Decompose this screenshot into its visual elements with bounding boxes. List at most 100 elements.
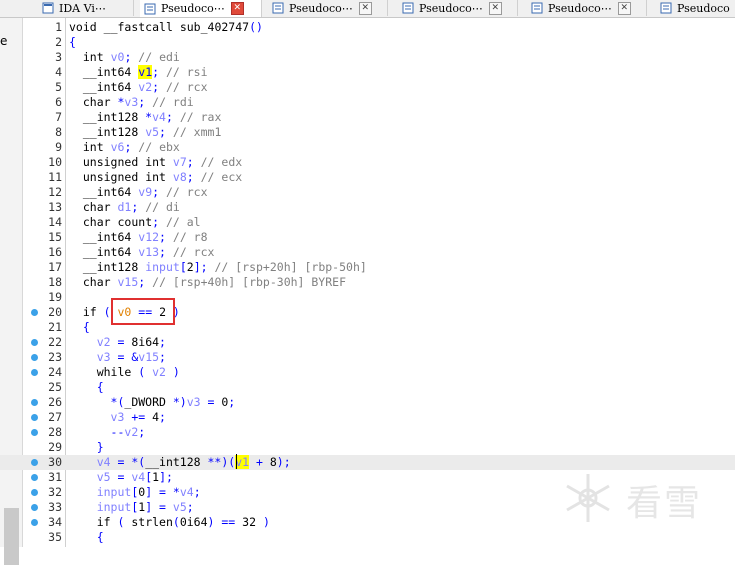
line-number: 14 — [48, 215, 62, 229]
line-number: 1 — [55, 20, 62, 34]
pseudocode-icon — [144, 3, 156, 14]
code-line[interactable]: 30 v4 = *(__int128 **)(v1 + 8); — [0, 455, 735, 470]
watermark: 看雪 — [560, 470, 720, 530]
tab-ida-view[interactable]: IDA Vi⋯ — [38, 0, 134, 16]
breakpoint-dot-icon[interactable] — [31, 369, 38, 376]
pseudocode-icon — [402, 2, 414, 14]
code-line[interactable]: 10 unsigned int v7; // edx — [0, 155, 735, 170]
code-text: __int128 v5; // xmm1 — [82, 125, 222, 139]
tab-label: IDA Vi⋯ — [59, 1, 106, 15]
line-number: 3 — [55, 50, 62, 64]
line-number: 31 — [48, 470, 62, 484]
line-number: 10 — [48, 155, 62, 169]
line-number: 24 — [48, 365, 62, 379]
line-number: 26 — [48, 395, 62, 409]
code-line[interactable]: 13 char d1; // di — [0, 200, 735, 215]
code-line[interactable]: 3 int v0; // edi — [0, 50, 735, 65]
code-line[interactable]: 22 v2 = 8i64; — [0, 335, 735, 350]
code-line[interactable]: 4 __int64 v1; // rsi — [0, 65, 735, 80]
code-line[interactable]: 11 unsigned int v8; // ecx — [0, 170, 735, 185]
ida-view-icon — [42, 2, 54, 14]
line-number: 15 — [48, 230, 62, 244]
code-line[interactable]: 29 } — [0, 440, 735, 455]
code-text: unsigned int v8; // ecx — [82, 170, 243, 184]
tab-pseudocode[interactable]: Pseudoco⋯ ✕ — [527, 0, 647, 16]
code-text: char d1; // di — [82, 200, 180, 214]
pseudocode-icon — [272, 2, 284, 14]
pseudocode-view[interactable]: 1 void __fastcall sub_402747() 2{3 int v0;… — [0, 18, 735, 547]
code-text: *(_DWORD *)v3 = 0; — [69, 395, 236, 409]
line-number: 4 — [55, 65, 62, 79]
breakpoint-dot-icon[interactable] — [31, 339, 38, 346]
code-text: { — [69, 380, 104, 394]
breakpoint-dot-icon[interactable] — [31, 309, 38, 316]
close-icon[interactable]: ✕ — [488, 1, 502, 15]
code-text: input[1] = v5; — [96, 500, 194, 514]
tab-pseudocode[interactable]: Pseudoco — [656, 0, 735, 16]
line-number: 6 — [55, 95, 62, 109]
code-text: v4 = *(__int128 **)(v1 + 8); — [96, 455, 291, 469]
close-icon[interactable]: ✕ — [230, 2, 244, 15]
line-number: 22 — [48, 335, 62, 349]
close-icon[interactable]: ✕ — [358, 1, 372, 15]
code-line[interactable]: 12 __int64 v9; // rcx — [0, 185, 735, 200]
breakpoint-dot-icon[interactable] — [31, 459, 38, 466]
breakpoint-dot-icon[interactable] — [31, 489, 38, 496]
code-line[interactable]: 27 v3 += 4; — [0, 410, 735, 425]
code-text: __int64 v9; // rcx — [82, 185, 208, 199]
code-line[interactable]: 9 int v6; // ebx — [0, 140, 735, 155]
code-text: __int128 input[2]; // [rsp+20h] [rbp-50h… — [82, 260, 367, 274]
code-line[interactable]: 28 --v2; — [0, 425, 735, 440]
tab-label: Pseudoco⋯ — [419, 1, 483, 15]
code-line[interactable]: 7 __int128 *v4; // rax — [0, 110, 735, 125]
breakpoint-dot-icon[interactable] — [31, 399, 38, 406]
code-text: __int64 v1; // rsi — [82, 65, 208, 79]
line-number: 23 — [48, 350, 62, 364]
pseudocode-icon — [660, 2, 672, 14]
tab-pseudocode-active[interactable]: Pseudoco⋯ ✕ — [140, 0, 262, 17]
code-line[interactable]: 17 __int128 input[2]; // [rsp+20h] [rbp-… — [0, 260, 735, 275]
code-line[interactable]: 26 *(_DWORD *)v3 = 0; — [0, 395, 735, 410]
line-number: 21 — [48, 320, 62, 334]
line-number: 29 — [48, 440, 62, 454]
code-line[interactable]: 14 char count; // al — [0, 215, 735, 230]
line-number: 18 — [48, 275, 62, 289]
code-line[interactable]: 2{ — [0, 35, 735, 50]
code-line[interactable]: 15 __int64 v12; // r8 — [0, 230, 735, 245]
line-number: 27 — [48, 410, 62, 424]
code-text: __int64 v2; // rcx — [82, 80, 208, 94]
tab-pseudocode[interactable]: Pseudoco⋯ ✕ — [398, 0, 518, 16]
tab-pseudocode[interactable]: Pseudoco⋯ ✕ — [268, 0, 388, 16]
code-line[interactable]: 16 __int64 v13; // rcx — [0, 245, 735, 260]
highlight-box — [111, 298, 175, 325]
code-line[interactable]: 5 __int64 v2; // rcx — [0, 80, 735, 95]
code-text: __int64 v12; // r8 — [82, 230, 208, 244]
code-line[interactable]: 24 while ( v2 ) — [0, 365, 735, 380]
code-line[interactable]: 1 void __fastcall sub_402747() — [0, 20, 735, 35]
code-line[interactable]: 8 __int128 v5; // xmm1 — [0, 125, 735, 140]
line-number: 28 — [48, 425, 62, 439]
code-text: char v15; // [rsp+40h] [rbp-30h] BYREF — [82, 275, 347, 289]
code-line[interactable]: 25 { — [0, 380, 735, 395]
line-number: 8 — [55, 125, 62, 139]
tab-label: Pseudoco⋯ — [548, 1, 612, 15]
line-number: 32 — [48, 485, 62, 499]
line-number: 12 — [48, 185, 62, 199]
code-line[interactable]: 23 v3 = &v15; — [0, 350, 735, 365]
code-text: { — [69, 530, 104, 544]
code-line[interactable]: 18 char v15; // [rsp+40h] [rbp-30h] BYRE… — [0, 275, 735, 290]
watermark-text: 看雪 — [626, 483, 703, 524]
code-line[interactable]: 35 { — [0, 530, 735, 545]
breakpoint-dot-icon[interactable] — [31, 519, 38, 526]
breakpoint-dot-icon[interactable] — [31, 414, 38, 421]
close-icon[interactable]: ✕ — [617, 1, 631, 15]
line-number: 2 — [55, 35, 62, 49]
breakpoint-dot-icon[interactable] — [31, 504, 38, 511]
breakpoint-dot-icon[interactable] — [31, 354, 38, 361]
code-line[interactable]: 6 char *v3; // rdi — [0, 95, 735, 110]
breakpoint-dot-icon[interactable] — [31, 474, 38, 481]
line-number: 33 — [48, 500, 62, 514]
code-text: v5 = v4[1]; — [96, 470, 173, 484]
breakpoint-dot-icon[interactable] — [31, 429, 38, 436]
code-text: --v2; — [69, 425, 146, 439]
